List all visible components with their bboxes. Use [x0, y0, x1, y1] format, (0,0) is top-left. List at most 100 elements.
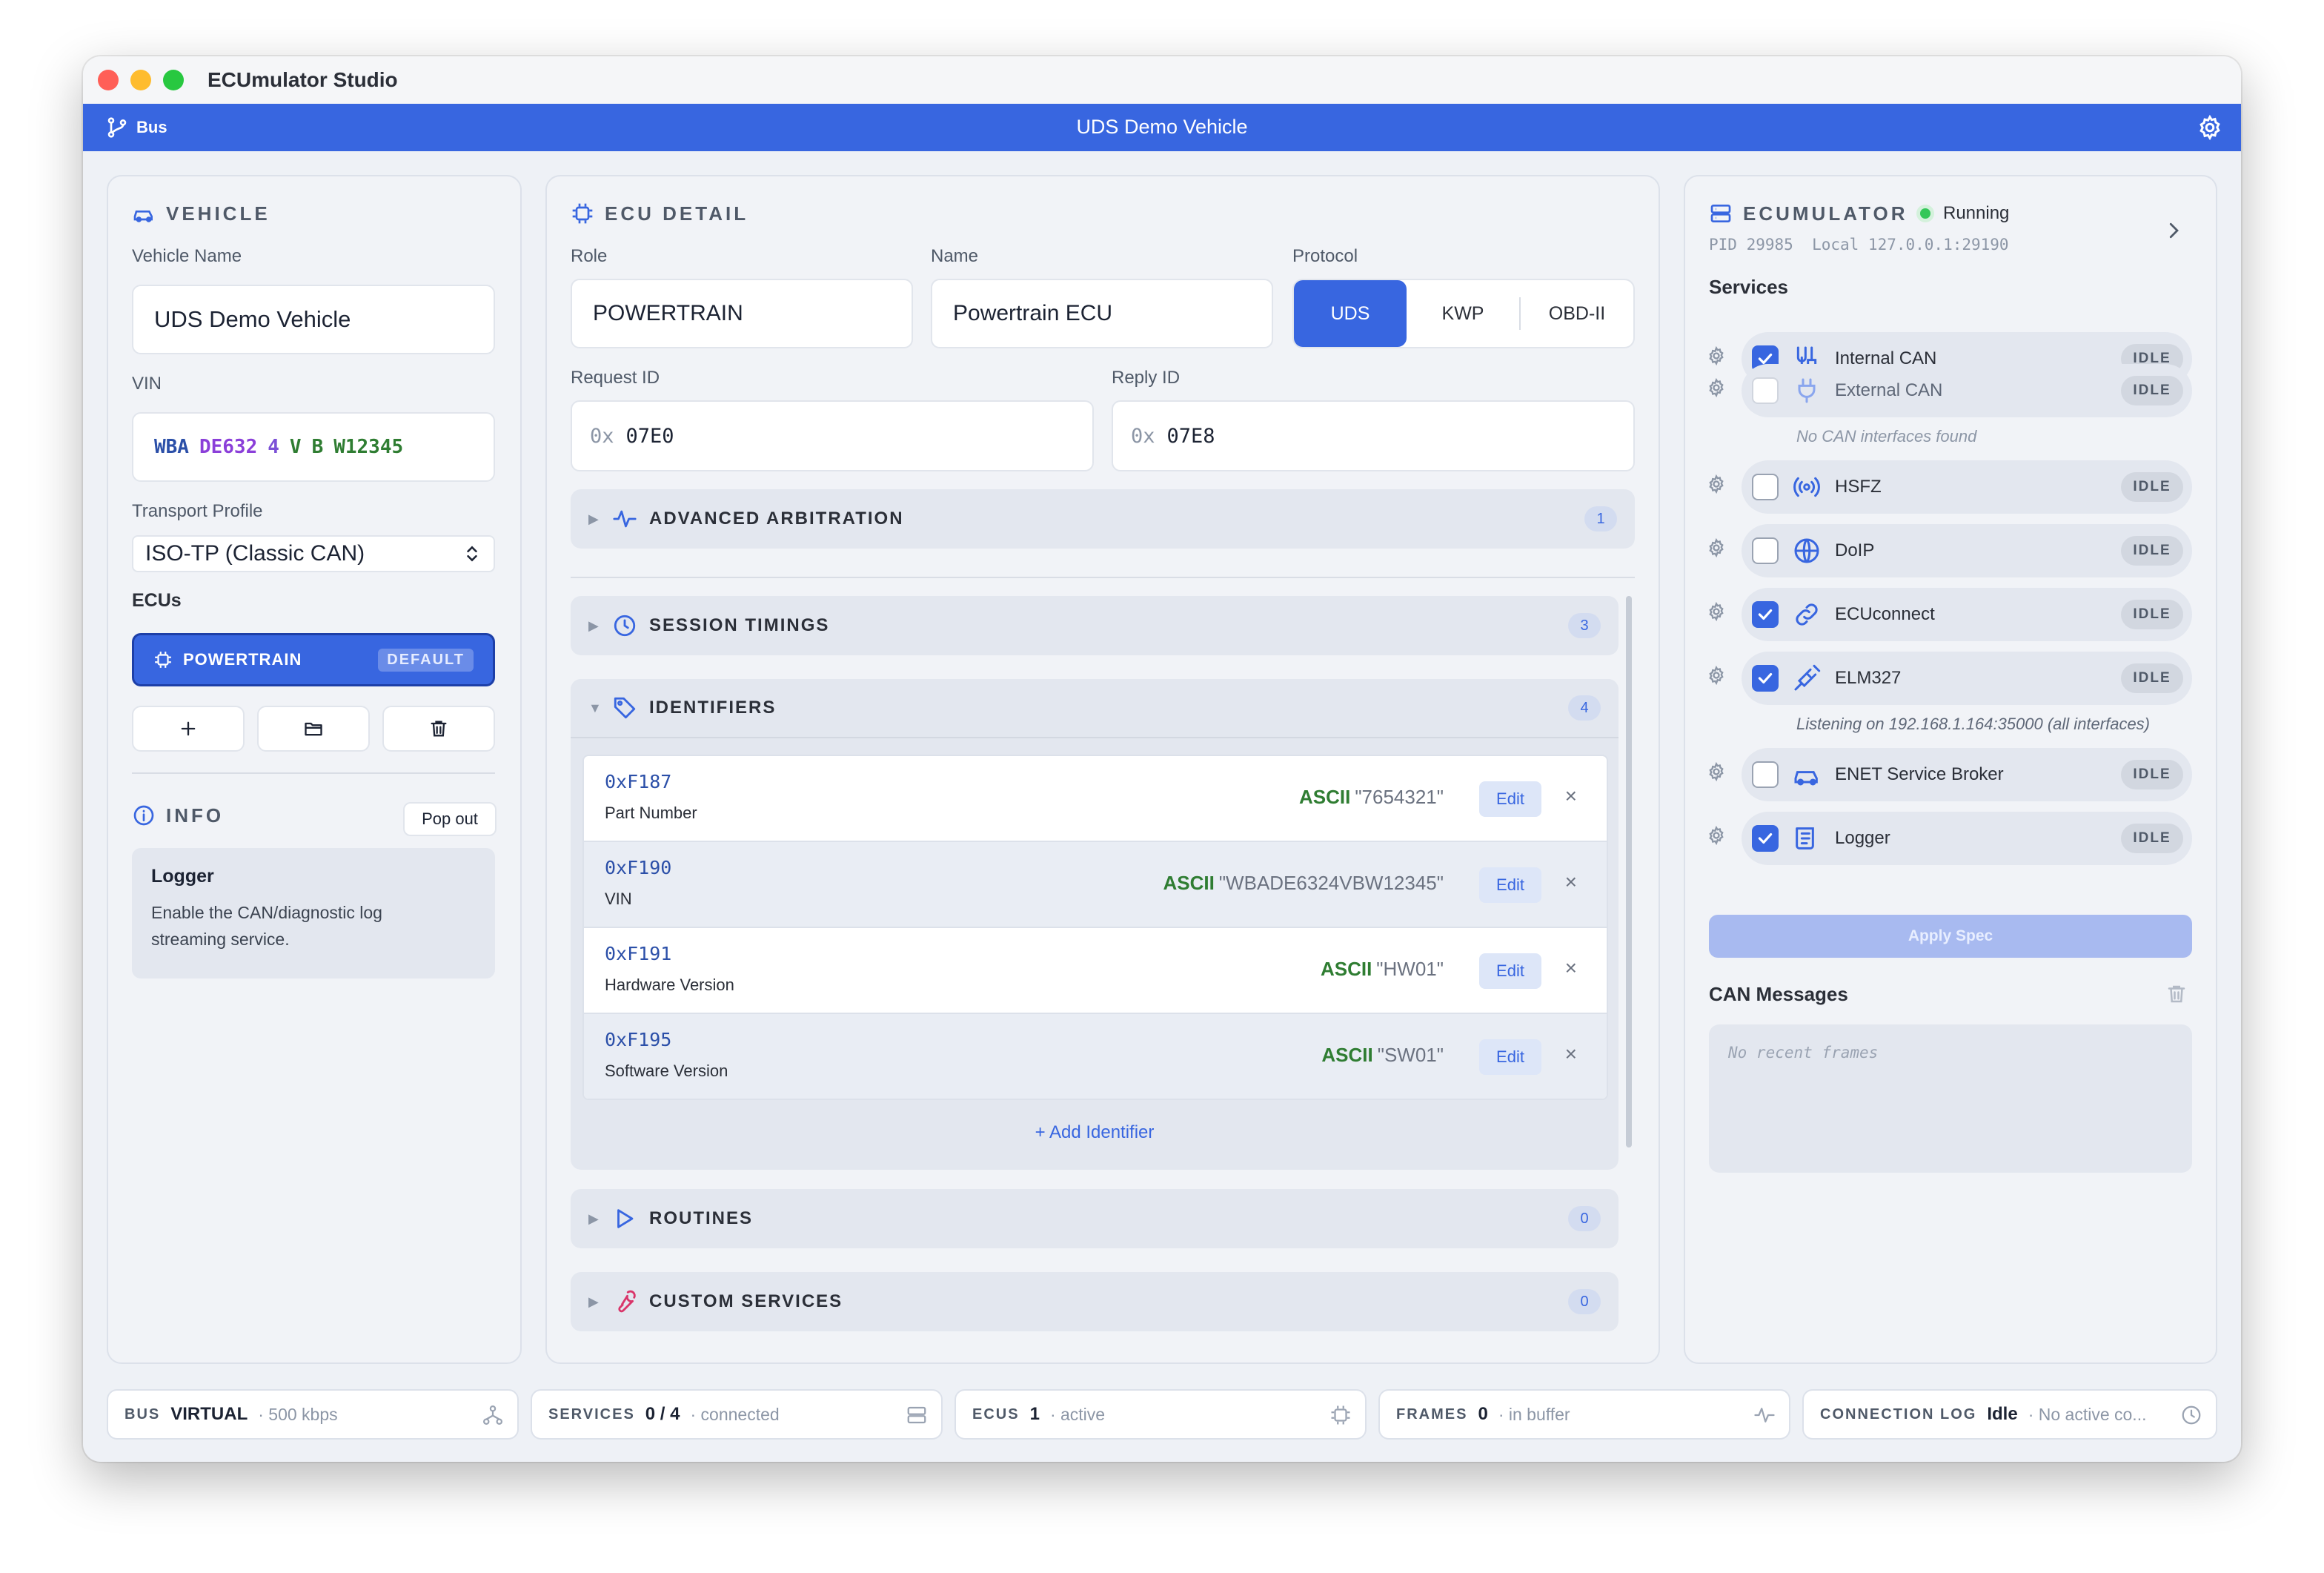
service-name: External CAN: [1835, 380, 1943, 400]
service-checkbox[interactable]: [1752, 377, 1779, 404]
protocol-kwp[interactable]: KWP: [1407, 280, 1519, 347]
service-external-can[interactable]: External CAN IDLE: [1742, 364, 2192, 417]
gear-icon[interactable]: [1706, 825, 1727, 846]
delete-ecu-button[interactable]: [382, 706, 495, 752]
status-services[interactable]: SERVICES 0 / 4 · connected: [531, 1389, 943, 1440]
remove-identifier-icon[interactable]: ×: [1565, 870, 1577, 894]
edit-identifier-button[interactable]: Edit: [1479, 781, 1541, 817]
updown-chevron-icon: [467, 546, 477, 562]
apply-spec-button[interactable]: Apply Spec: [1709, 915, 2192, 958]
status-connection-log[interactable]: CONNECTION LOG Idle · No active co...: [1802, 1389, 2217, 1440]
service-checkbox[interactable]: [1752, 825, 1779, 852]
service-enet-broker[interactable]: ENET Service Broker IDLE: [1742, 748, 2192, 801]
service-checkbox[interactable]: [1752, 474, 1779, 500]
remove-identifier-icon[interactable]: ×: [1565, 784, 1577, 808]
service-elm327[interactable]: ELM327 IDLE: [1742, 652, 2192, 705]
gear-icon[interactable]: [1706, 345, 1727, 366]
gear-icon[interactable]: [1706, 601, 1727, 622]
request-id-prefix: 0x: [590, 424, 614, 448]
status-services-sub: · connected: [690, 1404, 780, 1424]
role-input[interactable]: POWERTRAIN: [571, 279, 913, 348]
add-ecu-button[interactable]: [132, 706, 245, 752]
ecus-label: ECUs: [132, 590, 182, 611]
request-id-input[interactable]: 0x 07E0: [571, 400, 1094, 471]
service-doip[interactable]: DoIP IDLE: [1742, 524, 2192, 577]
vehicle-name-input[interactable]: UDS Demo Vehicle: [132, 285, 495, 354]
identifier-encoding: ASCII: [1298, 786, 1351, 808]
add-identifier-link[interactable]: + Add Identifier: [571, 1122, 1618, 1143]
gear-icon[interactable]: [1706, 377, 1727, 398]
status-bus[interactable]: BUS VIRTUAL · 500 kbps: [107, 1389, 519, 1440]
close-window-button[interactable]: [98, 70, 119, 90]
transport-profile-select[interactable]: ISO-TP (Classic CAN): [132, 535, 495, 572]
protocol-uds[interactable]: UDS: [1294, 280, 1407, 347]
identifier-id: 0xF187: [605, 771, 672, 792]
status-conn-value: Idle: [1987, 1404, 2018, 1424]
reply-id-input[interactable]: 0x 07E8: [1112, 400, 1635, 471]
status-conn-key: CONNECTION LOG: [1820, 1405, 1977, 1423]
session-timings-accordion[interactable]: ▶ SESSION TIMINGS 3: [571, 596, 1618, 655]
custom-services-accordion[interactable]: ▶ CUSTOM SERVICES 0: [571, 1272, 1618, 1331]
vin-wmi: WBA: [154, 436, 189, 458]
status-bus-key: BUS: [124, 1405, 161, 1423]
minimize-window-button[interactable]: [130, 70, 151, 90]
service-checkbox[interactable]: [1752, 665, 1779, 692]
pop-out-button[interactable]: Pop out: [403, 802, 497, 836]
ecu-detail-title: ECU DETAIL: [605, 202, 749, 225]
service-name: ENET Service Broker: [1835, 764, 2004, 784]
advanced-arbitration-accordion[interactable]: ▶ ADVANCED ARBITRATION 1: [571, 489, 1635, 549]
service-status-badge: IDLE: [2121, 472, 2183, 502]
routines-accordion[interactable]: ▶ ROUTINES 0: [571, 1189, 1618, 1248]
identifier-value: ASCII "7654321": [1299, 786, 1444, 809]
service-name: ELM327: [1835, 668, 1902, 688]
status-frames[interactable]: FRAMES 0 · in buffer: [1378, 1389, 1790, 1440]
info-card-title: Logger: [151, 866, 214, 887]
status-ecus-sub-text: active: [1060, 1404, 1106, 1424]
edit-identifier-button[interactable]: Edit: [1479, 867, 1541, 903]
zoom-window-button[interactable]: [163, 70, 184, 90]
status-bus-sub-text: 500 kbps: [268, 1404, 338, 1424]
service-checkbox[interactable]: [1752, 601, 1779, 628]
status-ecus[interactable]: ECUS 1 · active: [954, 1389, 1367, 1440]
open-ecu-button[interactable]: [257, 706, 370, 752]
service-ecuconnect[interactable]: ECUconnect IDLE: [1742, 588, 2192, 641]
gear-icon[interactable]: [1706, 537, 1727, 558]
custom-services-title: CUSTOM SERVICES: [649, 1291, 843, 1311]
gear-icon[interactable]: [1706, 474, 1727, 494]
status-bus-value: VIRTUAL: [170, 1404, 248, 1424]
vin-check-digit: 4: [268, 436, 279, 458]
gear-icon[interactable]: [1706, 665, 1727, 686]
settings-gear-icon[interactable]: [2197, 114, 2223, 141]
identifier-value: ASCII "WBADE6324VBW12345": [1163, 872, 1444, 895]
reply-id-value: 07E8: [1166, 424, 1215, 448]
gear-icon[interactable]: [1706, 761, 1727, 782]
protocol-segmented-control: UDS KWP OBD-II: [1292, 279, 1635, 348]
edit-identifier-button[interactable]: Edit: [1479, 1039, 1541, 1075]
trash-icon[interactable]: [2165, 983, 2188, 1005]
ecumulator-section-header: ECUMULATOR: [1709, 202, 1908, 225]
title-bar: ECUmulator Studio: [83, 56, 2241, 104]
scrollbar-thumb[interactable]: [1626, 596, 1632, 1148]
service-logger[interactable]: Logger IDLE: [1742, 812, 2192, 865]
info-card: Logger Enable the CAN/diagnostic log str…: [132, 848, 495, 978]
ecu-name-input[interactable]: Powertrain ECU: [931, 279, 1273, 348]
status-bus-sub: · 500 kbps: [258, 1404, 338, 1424]
remove-identifier-icon[interactable]: ×: [1565, 1042, 1577, 1066]
service-checkbox[interactable]: [1752, 761, 1779, 788]
remove-identifier-icon[interactable]: ×: [1565, 956, 1577, 980]
service-hsfz[interactable]: HSFZ IDLE: [1742, 460, 2192, 514]
service-checkbox[interactable]: [1752, 537, 1779, 564]
running-status-text: Running: [1943, 203, 2010, 223]
ecu-list-item-powertrain[interactable]: POWERTRAIN DEFAULT: [132, 633, 495, 686]
chevron-right-icon[interactable]: [2162, 219, 2185, 242]
status-ecus-key: ECUS: [972, 1405, 1020, 1423]
status-frames-sub: · in buffer: [1498, 1404, 1570, 1424]
identifiers-accordion[interactable]: ▼ IDENTIFIERS 4: [571, 679, 1618, 738]
edit-identifier-button[interactable]: Edit: [1479, 953, 1541, 989]
service-status-badge: IDLE: [2121, 536, 2183, 566]
protocol-obd2[interactable]: OBD-II: [1521, 280, 1633, 347]
vin-input[interactable]: WBA DE632 4 V B W12345: [132, 412, 495, 482]
reply-id-label: Reply ID: [1112, 368, 1181, 388]
identifier-encoding: ASCII: [1320, 958, 1372, 980]
vehicle-panel: VEHICLE Vehicle Name UDS Demo Vehicle VI…: [107, 175, 522, 1364]
